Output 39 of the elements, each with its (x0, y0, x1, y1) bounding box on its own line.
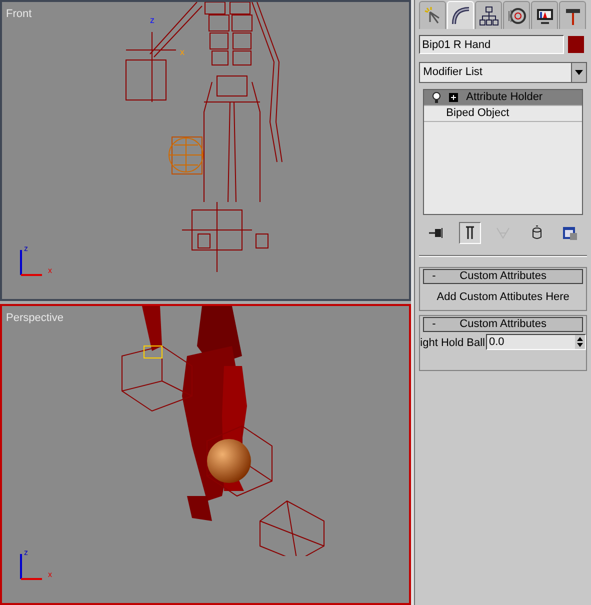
pin-icon (428, 225, 444, 241)
axis-tripod-icon (18, 553, 42, 581)
info-text: Add Custom Attibutes Here (436, 290, 570, 305)
lightbulb-icon[interactable] (432, 92, 442, 104)
gizmo-axis-label: x (180, 48, 184, 57)
spinner-label: ight Hold Ball (420, 336, 485, 351)
object-name-field[interactable]: Bip01 R Hand (419, 35, 564, 54)
axis-tripod-icon (18, 249, 42, 277)
modify-tab[interactable] (447, 1, 474, 29)
modifier-label: Attribute Holder (466, 90, 543, 106)
viewport-label: Front (6, 7, 32, 22)
modifier-stack-item[interactable]: Biped Object (424, 106, 582, 122)
axis-label: x (48, 267, 52, 275)
modifier-label: Biped Object (446, 106, 510, 122)
object-color-swatch[interactable] (568, 36, 584, 53)
axis-label: x (48, 571, 52, 579)
rollout-header[interactable]: - Custom Attributes (423, 269, 583, 284)
grid-window-icon (562, 225, 578, 241)
curve-icon (450, 6, 471, 26)
rollout-header[interactable]: - Custom Attributes (423, 317, 583, 332)
modifier-list-dropdown[interactable]: Modifier List (419, 62, 587, 83)
collapse-sign: - (432, 319, 436, 330)
axis-label: z (24, 549, 29, 557)
motion-tab[interactable] (503, 1, 530, 29)
viewport-label: Perspective (6, 311, 64, 326)
wheel-icon (506, 6, 527, 26)
display-tab[interactable] (531, 1, 558, 29)
hierarchy-icon (478, 6, 499, 26)
hierarchy-tab[interactable] (475, 1, 502, 29)
modifier-stack-item[interactable]: Attribute Holder (424, 90, 582, 106)
axis-label: z (24, 245, 29, 253)
gizmo-axis-label: z (150, 16, 154, 25)
create-tab[interactable] (419, 1, 446, 29)
utilities-tab[interactable] (559, 1, 586, 29)
show-end-button[interactable] (458, 222, 481, 244)
collapse-sign: - (432, 271, 436, 282)
spinner-field[interactable]: 0.0 (486, 334, 586, 350)
expand-icon[interactable] (449, 93, 458, 102)
spinner-arrows-icon[interactable] (575, 335, 585, 349)
